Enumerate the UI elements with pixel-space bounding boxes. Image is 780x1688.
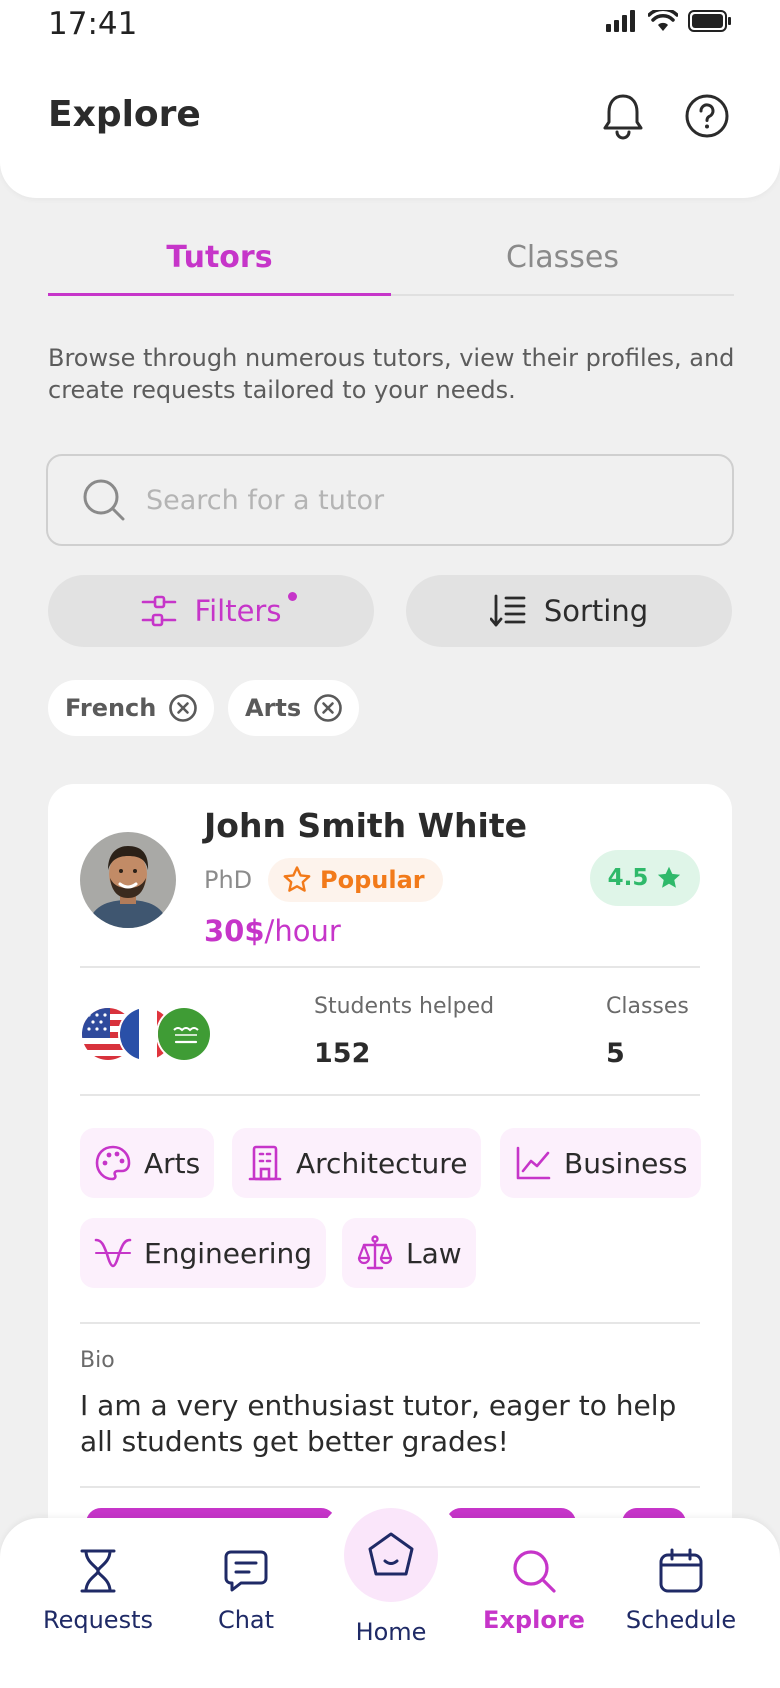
search-box[interactable] xyxy=(46,454,734,546)
signal-wave-icon xyxy=(94,1238,132,1268)
filter-chip-french: French xyxy=(48,680,215,736)
help-button[interactable] xyxy=(681,90,733,142)
sa-flag-icon xyxy=(156,1006,212,1062)
palette-icon xyxy=(95,1145,131,1181)
filters-button[interactable]: Filters xyxy=(48,575,374,647)
filters-active-dot xyxy=(288,592,297,601)
tutor-card[interactable]: John Smith White PhD Popular 4.5 30$/hou… xyxy=(48,784,732,1584)
filter-chip-arts: Arts xyxy=(228,680,360,736)
status-icons xyxy=(606,10,732,32)
status-time: 17:41 xyxy=(48,6,138,42)
bell-icon xyxy=(603,94,643,140)
home-icon xyxy=(368,1532,414,1576)
page-description: Browse through numerous tutors, view the… xyxy=(48,344,735,404)
filter-chip-label: Arts xyxy=(245,694,302,722)
subject-label: Engineering xyxy=(144,1236,312,1270)
rating-badge: 4.5 xyxy=(590,850,700,906)
rating-value: 4.5 xyxy=(607,865,649,891)
price-amount: 30$ xyxy=(204,914,265,948)
sort-icon xyxy=(489,594,526,627)
filters-label: Filters xyxy=(194,594,282,628)
subject-tag-engineering: Engineering xyxy=(80,1218,326,1288)
divider xyxy=(80,1322,700,1324)
scales-icon xyxy=(357,1235,393,1270)
help-icon xyxy=(685,94,729,138)
subject-tag-architecture: Architecture xyxy=(232,1128,482,1198)
star-outline-icon xyxy=(283,866,311,892)
tab-classes[interactable]: Classes xyxy=(391,230,734,294)
battery-icon xyxy=(688,10,731,32)
subject-label: Law xyxy=(406,1236,462,1270)
students-helped-value: 152 xyxy=(314,1038,371,1069)
nav-label: Schedule xyxy=(625,1606,737,1634)
popular-label: Popular xyxy=(320,866,425,894)
nav-item-requests[interactable]: Requests xyxy=(23,1548,173,1634)
sorting-label: Sorting xyxy=(543,594,649,628)
remove-filter-icon[interactable] xyxy=(168,693,198,723)
classes-label: Classes xyxy=(606,994,689,1019)
bio-label: Bio xyxy=(80,1348,115,1373)
page-title: Explore xyxy=(48,94,201,135)
search-icon xyxy=(513,1550,556,1593)
bio-text: I am a very enthusiast tutor, eager to h… xyxy=(80,1389,677,1458)
chat-icon xyxy=(224,1550,268,1592)
language-flags xyxy=(80,1006,220,1062)
tab-tutors[interactable]: Tutors xyxy=(48,230,391,296)
price: 30$/hour xyxy=(204,914,341,948)
classes-value: 5 xyxy=(606,1038,625,1069)
popular-badge: Popular xyxy=(268,858,443,902)
remove-filter-icon[interactable] xyxy=(313,693,343,723)
calendar-icon xyxy=(659,1548,703,1593)
divider xyxy=(80,966,700,968)
search-icon xyxy=(83,479,125,521)
nav-item-home[interactable] xyxy=(344,1508,438,1602)
divider xyxy=(80,1094,700,1096)
nav-item-schedule[interactable]: Schedule xyxy=(606,1548,756,1634)
notifications-button[interactable] xyxy=(597,90,649,142)
nav-label: Explore xyxy=(483,1606,585,1634)
nav-label-home: Home xyxy=(355,1618,427,1646)
sorting-button[interactable]: Sorting xyxy=(406,575,732,647)
avatar xyxy=(80,832,176,928)
tutor-degree: PhD xyxy=(204,866,253,894)
filters-icon xyxy=(141,595,176,627)
star-icon xyxy=(658,866,681,888)
building-icon xyxy=(248,1145,282,1181)
chart-icon xyxy=(516,1146,551,1180)
students-helped-label: Students helped xyxy=(314,994,495,1019)
subject-tag-law: Law xyxy=(342,1218,476,1288)
price-unit: /hour xyxy=(264,914,341,948)
subject-label: Business xyxy=(564,1146,688,1180)
subject-tag-arts: Arts xyxy=(80,1128,215,1198)
tutor-photo xyxy=(80,832,176,928)
wifi-icon xyxy=(648,10,678,31)
tutor-name: John Smith White xyxy=(204,806,528,845)
subject-tag-business: Business xyxy=(500,1128,702,1198)
tab-bar: Tutors Classes xyxy=(48,230,734,296)
subject-label: Arts xyxy=(144,1146,201,1180)
nav-label: Requests xyxy=(43,1606,153,1634)
status-bar: 17:41 xyxy=(0,0,780,54)
hourglass-icon xyxy=(80,1549,116,1593)
search-input[interactable] xyxy=(146,484,686,516)
nav-item-explore[interactable]: Explore xyxy=(459,1548,609,1634)
subject-label: Architecture xyxy=(296,1146,468,1180)
nav-item-chat[interactable]: Chat xyxy=(171,1548,321,1634)
signal-icon xyxy=(606,10,635,32)
nav-label: Chat xyxy=(217,1606,275,1634)
filter-chip-label: French xyxy=(65,694,157,722)
